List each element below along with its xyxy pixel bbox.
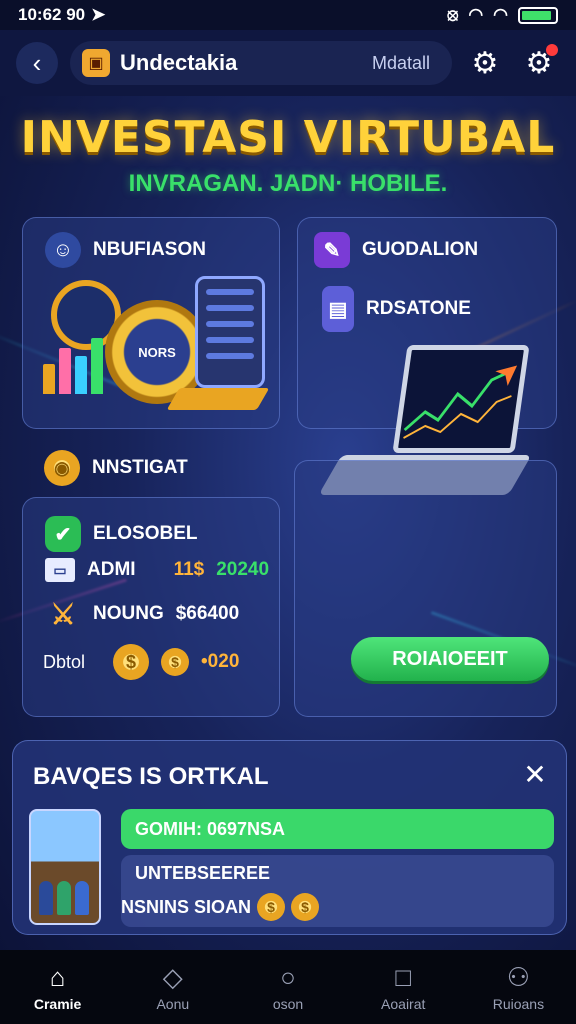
chevron-left-icon: ‹ [32,47,42,78]
stats-row3-label: NOUNG [93,603,164,624]
nav-label: Cramie [33,996,82,1012]
stats-row4-value: •020 [201,651,240,672]
circle-icon: ○ [280,962,296,992]
highlight-bar-text: GOMIH: 0697NSA [135,818,286,839]
status-bar: 10:62 90 ➤ ⦻ ◠ ◠ [0,0,576,30]
wifi-icon: ◠ [468,5,484,24]
stats-row2-value2: 20240 [216,559,270,580]
gear-icon: ⚙ [471,46,499,80]
card-b-label-1: GUODALION [362,239,479,260]
detail-box: UNTEBSEEREE NSNINS SIOAN $ $ [121,855,554,927]
invest-heading: ◉ NNSTIGAT [44,450,188,486]
coin-icon: $ [291,893,320,921]
notifications-settings-button[interactable]: ⚙ [518,43,560,81]
card-b-label-2: RDSATONE [366,298,471,319]
primary-action-button[interactable]: ROIAIOEEIT [351,637,549,681]
info-panel: BAVQES IS ORTKAL ✕ GOMIH: 0697NSA UNTEBS… [12,740,567,935]
signal-icon: ◠ [493,5,508,24]
page-title: INVESTASI VIRTUBAL [20,112,556,163]
bar-chart-illustration [43,338,103,394]
group-photo-thumbnail[interactable] [29,809,101,925]
nav-item-4[interactable]: □ Aoairat [346,950,461,1024]
detail-line-2: NSNINS SIOAN [121,896,252,917]
stats-row2-value1: 11$ [173,559,205,580]
invest-heading-text: NNSTIGAT [92,457,188,478]
avatar-icon: ☺ [45,232,81,268]
coin-icon: ◉ [44,450,80,486]
dollar-coin-icon: $ [113,644,150,680]
close-icon: ✕ [523,758,547,790]
square-icon: □ [395,962,412,992]
detail-line-1: UNTEBSEEREE [135,863,271,883]
dollar-coin-icon: $ [161,648,190,676]
battery-icon [518,6,558,24]
nav-item-3[interactable]: ○ oson [230,950,345,1024]
app-name: Undectakia [120,50,238,75]
coin-icon: $ [257,893,286,921]
gold-plate-illustration [166,388,270,410]
nav-item-5[interactable]: ⚇ Ruioans [461,950,576,1024]
app-title-pill[interactable]: ▣ Undectakia Mdatall [70,41,452,85]
checkmark-icon: ✔ [45,516,81,552]
swords-icon: ⚔ [50,598,76,630]
card-a-label: NBUFIASON [93,239,206,260]
status-time: 10:62 90 [18,5,86,24]
app-header: ‹ ▣ Undectakia Mdatall ⚙ ⚙ [0,30,576,96]
header-tag: Mdatall [371,52,430,73]
page-subtitle: INVRAGAN. JADN· HOBILE. [128,170,448,197]
panel-title: BAVQES IS ORTKAL [33,763,269,790]
home-icon: ⌂ [49,962,66,992]
nav-label: oson [272,996,304,1012]
nav-label: Ruioans [492,996,545,1012]
nfc-icon: ⦻ [447,5,459,24]
tablet-illustration [195,276,265,388]
coin-text: NORS [138,344,176,360]
stats-card: ✔ ELOSOBEL ▭ ADMI 11$ 20240 ⚔ NOUNG $664… [22,497,280,717]
app-logo-icon: ▣ [82,49,110,77]
settings-button[interactable]: ⚙ [464,46,506,81]
close-button[interactable]: ✕ [518,757,552,791]
nav-item-2[interactable]: ◇ Aonu [115,950,230,1024]
document-icon: ▤ [322,286,354,332]
image-icon: ▭ [45,558,75,582]
pencil-icon: ✎ [314,232,350,268]
feature-card-a[interactable]: ☺ NBUFIASON NORS [22,217,280,429]
stats-row2-label: ADMI [87,559,136,580]
stats-row4-label: Dbtol [43,651,86,672]
notification-badge [546,43,558,56]
diamond-icon: ◇ [162,962,183,992]
battery-fill [522,10,551,20]
stats-row3-value: $66400 [175,603,240,624]
bottom-nav: ⌂ Cramie ◇ Aonu ○ oson □ Aoairat ⚇ Ruioa… [0,950,576,1024]
nav-label: Aoairat [381,996,426,1012]
stats-row1-label: ELOSOBEL [93,523,198,544]
nav-item-home[interactable]: ⌂ Cramie [0,950,115,1024]
back-button[interactable]: ‹ [16,42,58,84]
user-icon: ⚇ [506,962,531,992]
highlight-bar[interactable]: GOMIH: 0697NSA [121,809,554,849]
nav-label: Aonu [156,996,190,1012]
location-arrow-icon: ➤ [91,5,106,24]
